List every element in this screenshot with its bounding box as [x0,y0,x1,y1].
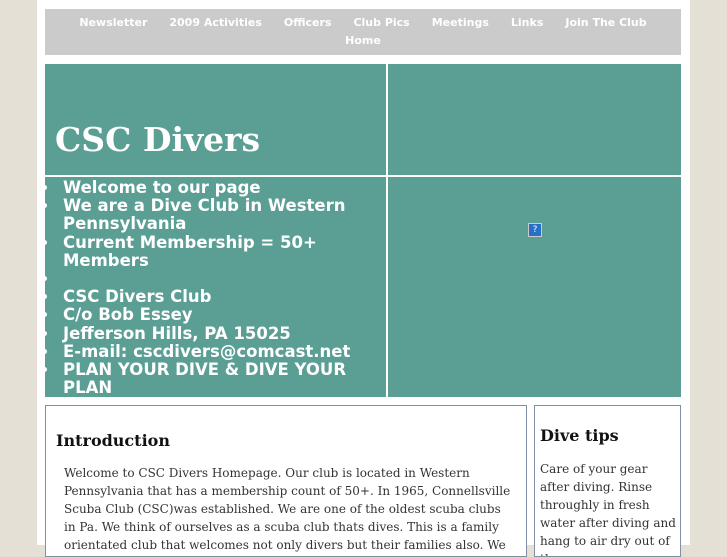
nav-club-pics[interactable]: Club Pics [353,16,409,29]
site-title: CSC Divers [55,120,261,159]
nav-officers[interactable]: Officers [284,16,332,29]
list-item: Welcome to our page [59,179,389,197]
tips-text: Care of your gear after diving. Rinse th… [540,462,676,556]
nav-meetings[interactable]: Meetings [432,16,489,29]
hero-panel: CSC Divers Welcome to our page We are a … [45,64,681,397]
list-item: PLAN YOUR DIVE & DIVE YOUR PLAN [59,360,389,397]
nav-newsletter[interactable]: Newsletter [79,16,147,29]
list-item: CSC Divers Club [59,288,389,306]
dive-tips-box: Dive tips Care of your gear after diving… [534,405,681,557]
info-list: Welcome to our page We are a Dive Club i… [45,179,389,397]
nav-join[interactable]: Join The Club [565,16,646,29]
nav-links[interactable]: Links [511,16,543,29]
divider [45,175,681,177]
list-item: Jefferson Hills, PA 15025 [59,324,389,343]
list-item: Current Membership = 50+ Members [59,233,389,270]
list-item: We are a Dive Club in Western Pennsylvan… [59,197,389,234]
nav-home[interactable]: Home [345,34,381,47]
page: Newsletter 2009 Activities Officers Club Pi… [37,0,690,557]
intro-text: Welcome to CSC Divers Homepage. Our club… [64,466,511,552]
email-item[interactable]: E-mail: cscdivers@comcast.net [59,342,389,361]
nav-2009-activities[interactable]: 2009 Activities [169,16,262,29]
tips-heading: Dive tips [540,426,619,445]
intro-heading: Introduction [56,431,170,450]
list-item: C/o Bob Essey [59,306,389,324]
nav-bar: Newsletter 2009 Activities Officers Club Pi… [45,9,681,55]
broken-image-icon: ? [528,223,542,237]
list-item [59,270,389,288]
intro-box: Introduction Welcome to CSC Divers Homep… [45,405,527,557]
